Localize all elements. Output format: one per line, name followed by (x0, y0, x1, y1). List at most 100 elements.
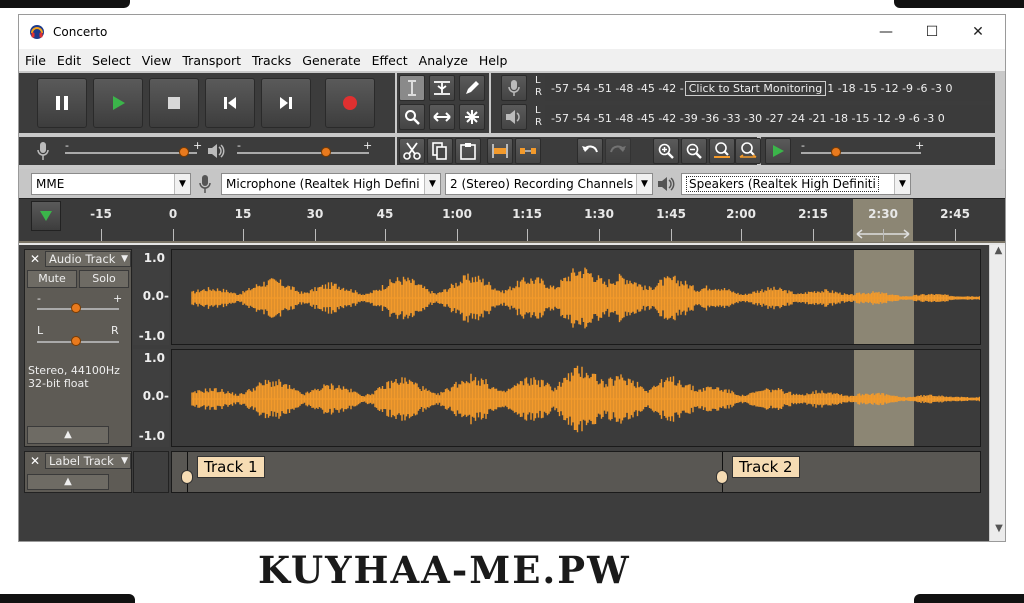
silence-button[interactable] (515, 138, 541, 164)
redo-button[interactable] (605, 138, 631, 164)
zoom-tool-button[interactable] (399, 104, 425, 130)
track-close-button[interactable]: ✕ (27, 252, 43, 266)
record-meter[interactable]: -57 -54 -51 -48 -45 -42 - Click to Start… (545, 75, 993, 101)
fit-selection-button[interactable] (709, 138, 735, 164)
playback-volume-slider[interactable] (237, 152, 369, 154)
mute-button[interactable]: Mute (27, 270, 77, 288)
label-2-handle[interactable] (716, 470, 728, 484)
label-track-close-button[interactable]: ✕ (27, 454, 43, 468)
device-toolbar: MME ▼ Microphone (Realtek High Defini ▼ 2 … (19, 169, 1005, 199)
playback-volume-knob[interactable] (321, 147, 331, 157)
close-button[interactable]: ✕ (955, 15, 1001, 49)
zoom-in-button[interactable] (653, 138, 679, 164)
play-head-button[interactable] (31, 201, 61, 231)
menu-edit[interactable]: Edit (57, 53, 81, 68)
meter-toolbar: LR LR -57 -54 -51 -48 -45 -42 - Click to… (491, 73, 995, 133)
paste-button[interactable] (455, 138, 481, 164)
label-1[interactable]: Track 1 (197, 456, 265, 478)
collapse-track-button[interactable]: ▲ (27, 426, 109, 444)
copy-button[interactable] (427, 138, 453, 164)
timeshift-tool-button[interactable] (429, 104, 455, 130)
scroll-down-button[interactable]: ▼ (990, 523, 1005, 539)
menu-view[interactable]: View (142, 53, 172, 68)
recording-channels-select[interactable]: 2 (Stereo) Recording Channels ▼ (445, 173, 653, 195)
play-meter[interactable]: -57 -54 -51 -48 -45 -42 -39 -36 -33 -30 … (545, 105, 993, 131)
playback-volume-icon (208, 144, 225, 158)
chevron-down-icon: ▼ (894, 174, 910, 194)
minimize-button[interactable]: — (863, 15, 909, 49)
timeline-ruler[interactable]: -15 0 15 30 45 1:00 1:15 1:30 1:45 2:00 2:15 2:30 2:… (19, 198, 1005, 243)
channel2-scale: 1.0 0.0- -1.0 (133, 349, 169, 447)
menu-tracks[interactable]: Tracks (252, 53, 291, 68)
skip-start-button[interactable] (205, 78, 255, 128)
asterisk-icon (465, 110, 479, 124)
menu-generate[interactable]: Generate (302, 53, 360, 68)
fit-project-button[interactable] (735, 138, 761, 164)
record-button[interactable] (325, 78, 375, 128)
skip-start-icon (224, 97, 236, 109)
timeline-tick-mark (101, 229, 102, 241)
pan-knob[interactable] (71, 336, 81, 346)
frame-corner-bl (0, 594, 135, 603)
frame-corner-tl (0, 0, 130, 8)
zoom-out-button[interactable] (681, 138, 707, 164)
menu-select[interactable]: Select (92, 53, 131, 68)
draw-tool-button[interactable] (459, 75, 485, 101)
recording-device-select[interactable]: Microphone (Realtek High Defini ▼ (221, 173, 441, 195)
transport-toolbar (19, 73, 395, 133)
menu-help[interactable]: Help (479, 53, 508, 68)
audio-host-select[interactable]: MME ▼ (31, 173, 191, 195)
scroll-up-button[interactable]: ▲ (990, 245, 1005, 261)
chevron-down-icon: ▼ (121, 456, 128, 466)
label-1-handle[interactable] (181, 470, 193, 484)
chevron-down-icon: ▼ (424, 174, 440, 194)
label-2[interactable]: Track 2 (732, 456, 800, 478)
redo-icon (610, 145, 626, 153)
waveform-channel-2[interactable] (171, 349, 981, 447)
play-meter-button[interactable] (501, 104, 527, 130)
pause-button[interactable] (37, 78, 87, 128)
pause-icon (56, 96, 68, 110)
record-meter-scale: -57 -54 -51 -48 -45 -42 - (551, 81, 684, 95)
recording-device-icon (199, 175, 211, 193)
multi-tool-button[interactable] (459, 104, 485, 130)
cut-button[interactable] (399, 138, 425, 164)
playback-device-select[interactable]: Speakers (Realtek High Definiti ▼ (681, 173, 911, 195)
audio-track-menu-button[interactable]: Audio Track ▼ (45, 251, 131, 267)
undo-button[interactable] (577, 138, 603, 164)
label-track-area[interactable]: Track 1 Track 2 (171, 451, 981, 493)
monitoring-hint[interactable]: Click to Start Monitoring (684, 80, 827, 96)
timeline-tick-mark (671, 229, 672, 241)
selection-tool-button[interactable] (399, 75, 425, 101)
menu-effect[interactable]: Effect (372, 53, 408, 68)
playback-speed-knob[interactable] (831, 147, 841, 157)
record-meter-scale-tail: 1 -18 -15 -12 -9 -6 -3 0 (827, 81, 953, 95)
maximize-button[interactable]: ☐ (909, 15, 955, 49)
recording-volume-knob[interactable] (179, 147, 189, 157)
envelope-tool-button[interactable] (429, 75, 455, 101)
pencil-icon (466, 81, 479, 94)
recording-volume-slider[interactable] (65, 152, 197, 154)
speaker-icon (506, 110, 520, 124)
trim-icon (492, 144, 508, 158)
menu-analyze[interactable]: Analyze (419, 53, 468, 68)
waveform-graph-1 (191, 267, 980, 329)
collapse-label-track-button[interactable]: ▲ (27, 474, 109, 490)
waveform-channel-1[interactable] (171, 249, 981, 345)
stop-button[interactable] (149, 78, 199, 128)
play-at-speed-button[interactable] (765, 138, 791, 164)
vertical-scrollbar[interactable]: ▲ ▼ (989, 245, 1005, 541)
copy-icon (432, 142, 447, 160)
menu-file[interactable]: File (25, 53, 46, 68)
solo-button[interactable]: Solo (79, 270, 129, 288)
label-track-menu-button[interactable]: Label Track ▼ (45, 453, 131, 469)
play-button[interactable] (93, 78, 143, 128)
record-meter-button[interactable] (501, 75, 527, 101)
playback-speed-slider[interactable] (801, 152, 921, 154)
menu-transport[interactable]: Transport (182, 53, 241, 68)
gain-knob[interactable] (71, 303, 81, 313)
gain-plus-label: + (113, 292, 123, 305)
trim-button[interactable] (487, 138, 513, 164)
skip-end-button[interactable] (261, 78, 311, 128)
frame-corner-tr (894, 0, 1024, 8)
